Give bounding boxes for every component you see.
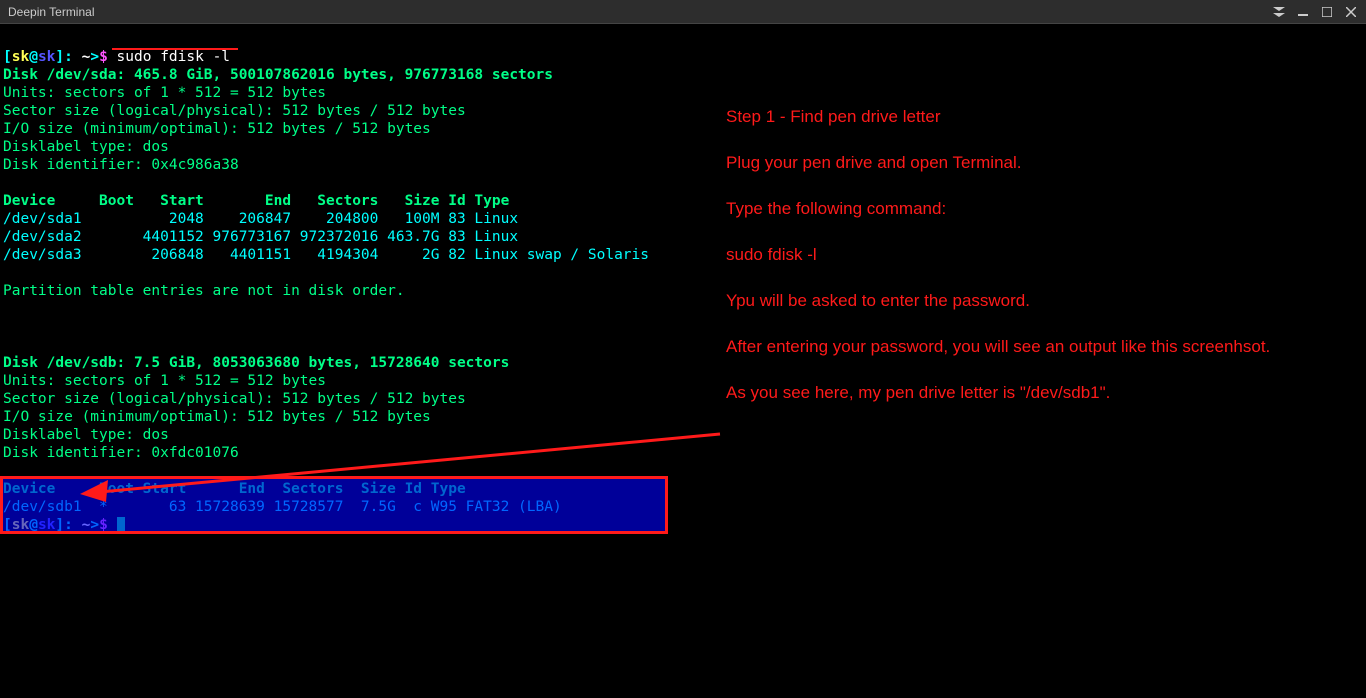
instruction-line: After entering your password, you will s… [726,336,1336,358]
instruction-line: Type the following command: [726,198,1336,220]
disk-sda-header: Disk /dev/sda: 465.8 GiB, 500107862016 b… [3,67,553,83]
instruction-line: Plug your pen drive and open Terminal. [726,152,1336,174]
partition-row: /dev/sda1 2048 206847 204800 100M 83 Lin… [3,211,518,227]
maximize-icon[interactable] [1320,5,1334,19]
window-titlebar: Deepin Terminal [0,0,1366,24]
menu-icon[interactable] [1272,5,1286,19]
partition-row: /dev/sdb1 * 63 15728639 15728577 7.5G c … [3,499,562,515]
disk-sdb-header: Disk /dev/sdb: 7.5 GiB, 8053063680 bytes… [3,355,509,371]
partition-table-header: Device Boot Start End Sectors Size Id Ty… [3,481,466,497]
instruction-line: Ypu will be asked to enter the password. [726,290,1336,312]
close-icon[interactable] [1344,5,1358,19]
window-title: Deepin Terminal [8,3,95,21]
command-underline-annotation [112,48,238,50]
instruction-line: As you see here, my pen drive letter is … [726,382,1336,404]
command-text: sudo fdisk -l [117,49,231,65]
terminal-cursor [117,517,125,533]
partition-row: /dev/sda2 4401152 976773167 972372016 46… [3,229,518,245]
instruction-step: Step 1 - Find pen drive letter [726,106,1336,128]
partition-row: /dev/sda3 206848 4401151 4194304 2G 82 L… [3,247,649,263]
minimize-icon[interactable] [1296,5,1310,19]
instructions-overlay: Step 1 - Find pen drive letter Plug your… [726,106,1336,428]
instruction-line: sudo fdisk -l [726,244,1336,266]
partition-table-header: Device Boot Start End Sectors Size Id Ty… [3,193,509,209]
